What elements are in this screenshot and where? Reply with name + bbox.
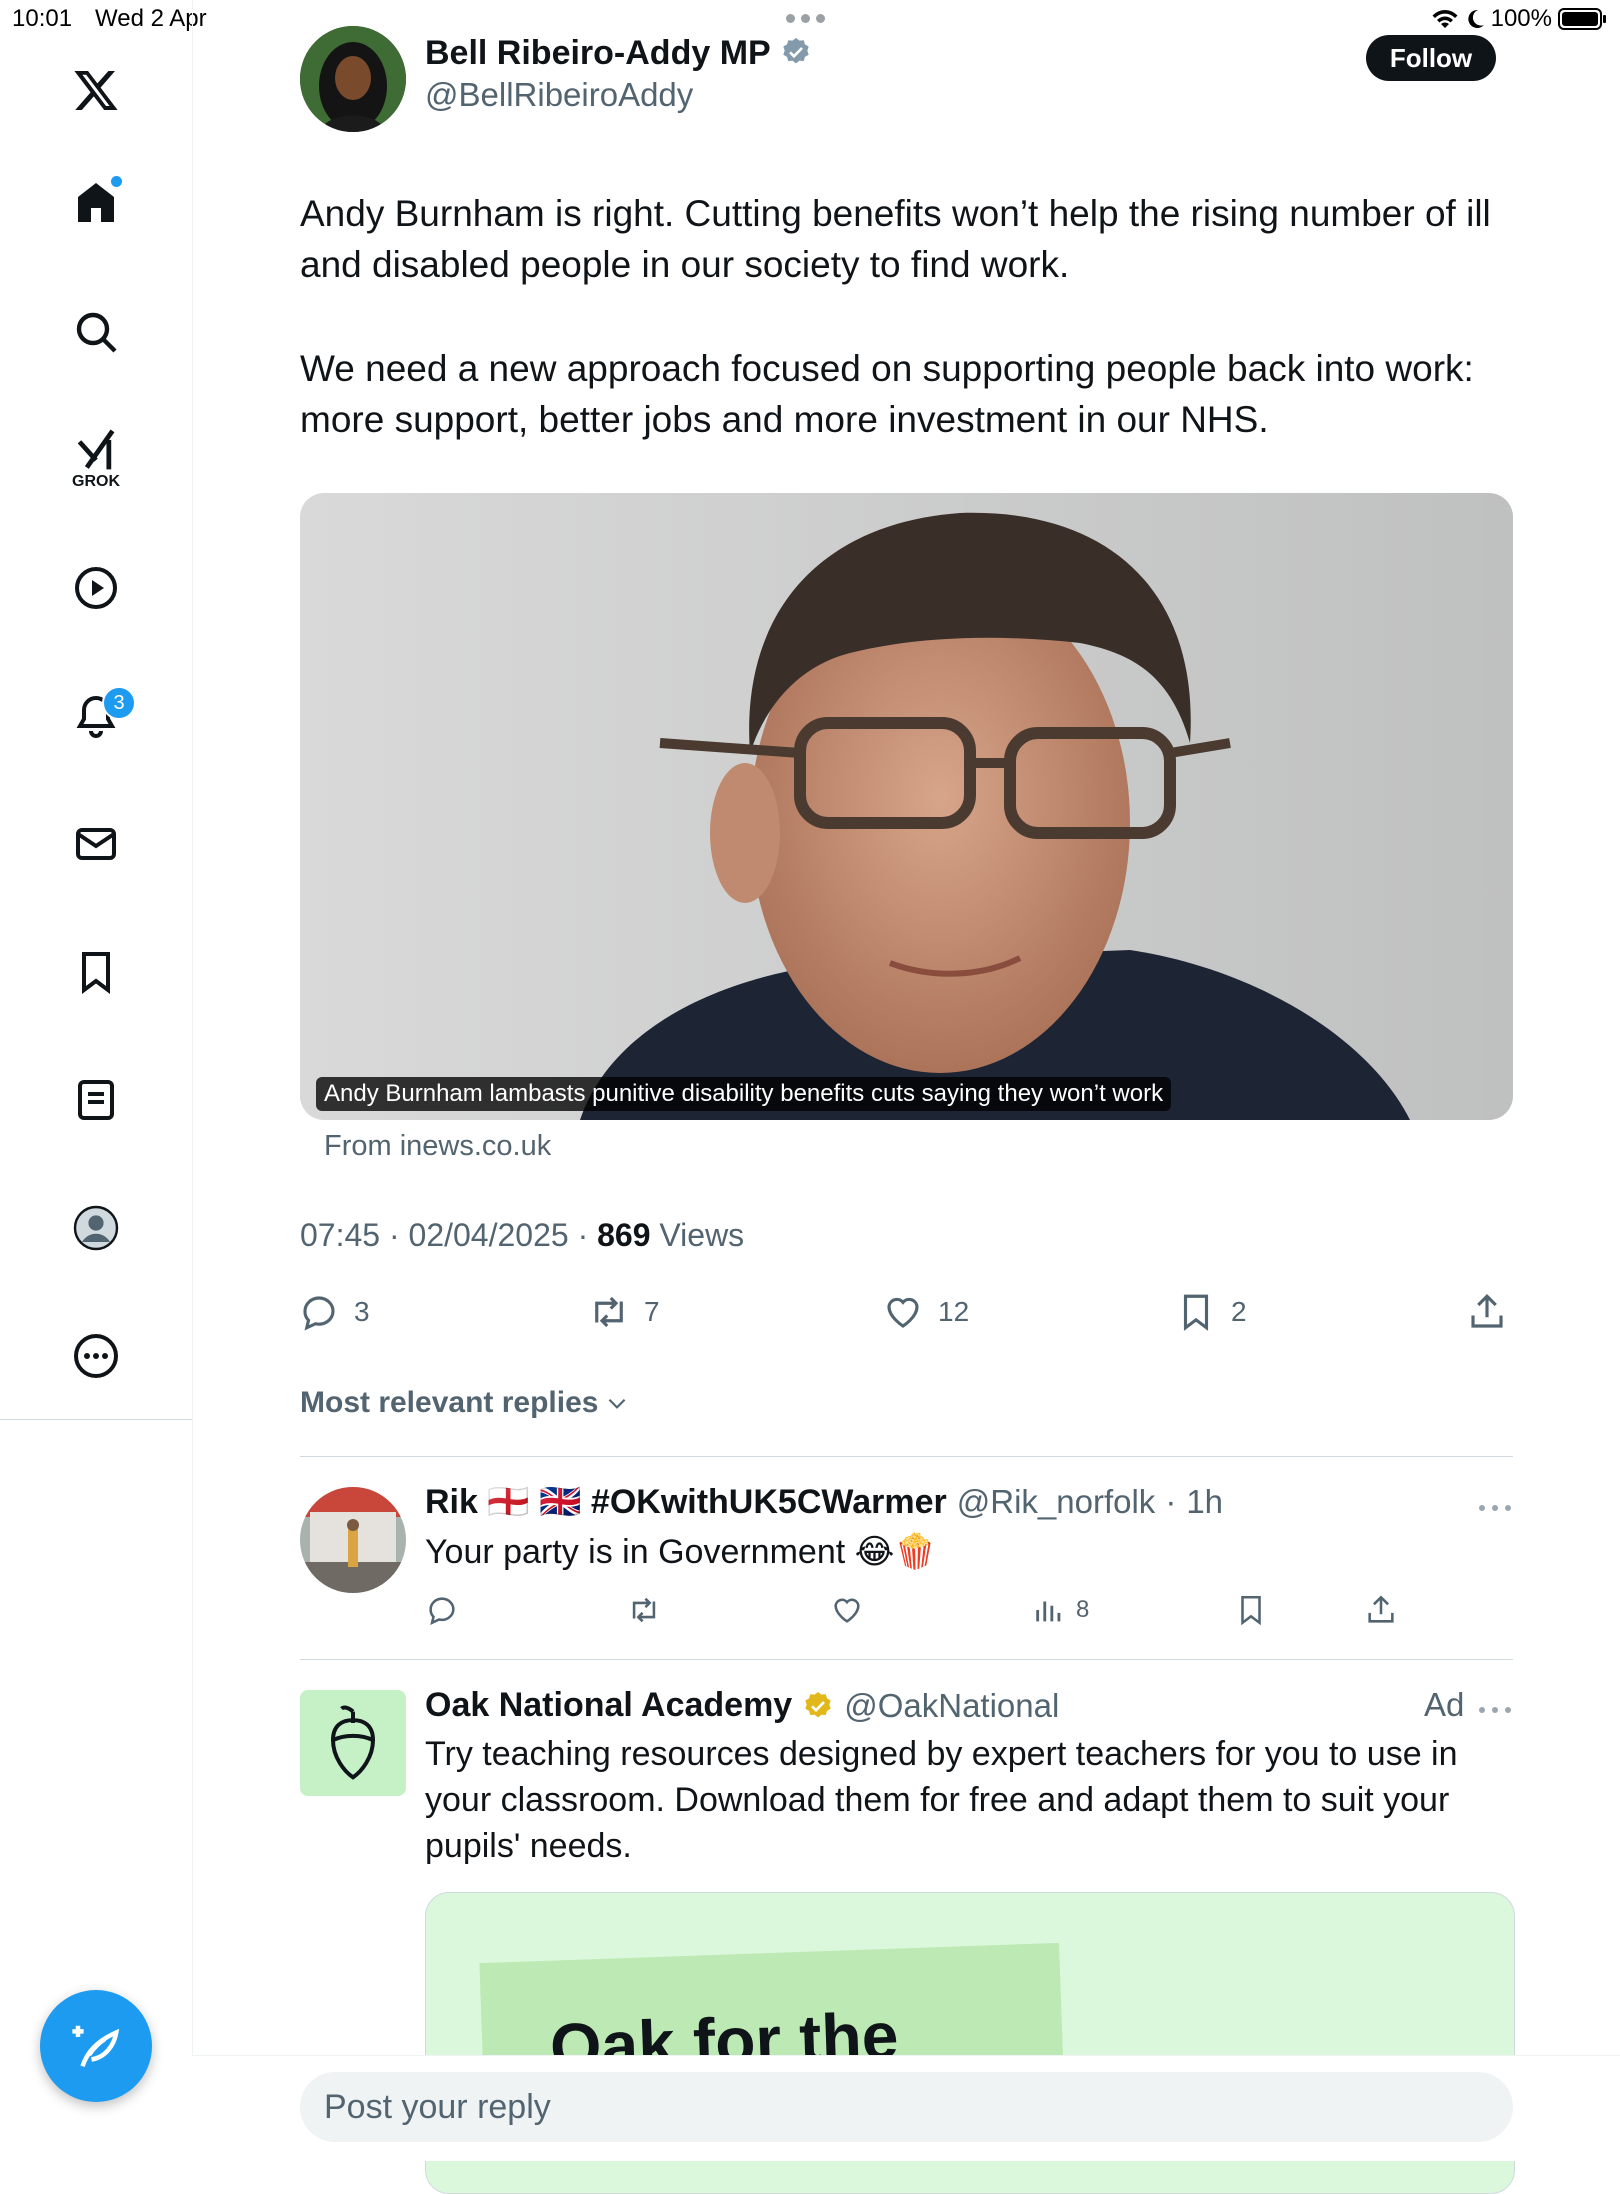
like-count: 12 (938, 1296, 970, 1327)
reply-button[interactable]: 3 (298, 1291, 370, 1333)
profile-icon[interactable] (56, 1188, 136, 1268)
heart-icon (887, 1297, 919, 1328)
bookmark-icon (1183, 1294, 1209, 1331)
reply-header: Rik 🏴󠁧󠁢󠁥󠁮󠁧󠁿 🇬🇧 #OKwithUK5CWarmer @Rik_no… (425, 1482, 1224, 1522)
follow-button[interactable]: Follow (1366, 35, 1496, 81)
link-card-title[interactable]: Andy Burnham lambasts punitive disabilit… (316, 1077, 1172, 1111)
battery-percent: 100% (1490, 5, 1552, 32)
ad-author-handle[interactable]: @OakNational (844, 1687, 1059, 1725)
divider (300, 1659, 1513, 1660)
link-card-image[interactable] (300, 493, 1513, 1120)
status-indicators: 100% (1431, 5, 1608, 33)
divider (300, 1456, 1513, 1457)
battery-icon (1558, 8, 1606, 30)
ad-label: Ad (1424, 1686, 1465, 1723)
verified-gold-badge-icon (805, 1691, 831, 1717)
views-label: Views (659, 1217, 745, 1253)
author-handle[interactable]: @BellRibeiroAddy (425, 76, 693, 114)
ad-header: Oak National Academy @OakNational (425, 1686, 1059, 1725)
reply-time[interactable]: 1h (1186, 1483, 1223, 1521)
replies-sort-dropdown[interactable]: Most relevant replies (300, 1386, 630, 1420)
sidebar: GROK 3 (0, 0, 193, 2160)
reply-views-button[interactable]: 8 (1032, 1593, 1089, 1627)
home-icon[interactable] (56, 162, 136, 242)
reply-bookmark-button[interactable] (1234, 1593, 1268, 1627)
repost-button[interactable]: 7 (588, 1291, 660, 1333)
reply-share-button[interactable] (1364, 1593, 1398, 1627)
heart-icon (834, 1598, 860, 1623)
reply-views-count: 8 (1076, 1596, 1090, 1623)
share-button[interactable] (1466, 1291, 1508, 1333)
reply-reply-button[interactable] (425, 1593, 459, 1627)
sidebar-divider (0, 1419, 192, 1420)
reply-text: Your party is in Government 😂🍿 (425, 1533, 937, 1571)
ad-author-name[interactable]: Oak National Academy (425, 1686, 792, 1725)
lists-icon[interactable] (56, 1060, 136, 1140)
ad-text: Try teaching resources designed by exper… (425, 1735, 1458, 1865)
tweet-timestamp: 07:45 · 02/04/2025 · 869 Views (300, 1217, 745, 1253)
x-logo-icon[interactable] (56, 50, 136, 130)
ad-more-icon[interactable] (1478, 1702, 1512, 1720)
like-button[interactable]: 12 (882, 1291, 969, 1333)
repost-icon (632, 1597, 656, 1623)
repost-count: 7 (644, 1296, 660, 1327)
views-count: 869 (597, 1217, 651, 1253)
reply-avatar[interactable] (300, 1487, 406, 1593)
bookmark-icon (1241, 1595, 1261, 1626)
reply-more-icon[interactable] (1478, 1500, 1512, 1518)
multitasking-dots[interactable] (786, 14, 825, 23)
reply-input[interactable]: Post your reply (300, 2072, 1513, 2142)
views-chart-icon (1036, 1601, 1061, 1622)
grok-label: GROK (72, 473, 120, 490)
reply-like-button[interactable] (830, 1593, 864, 1627)
messages-icon[interactable] (56, 804, 136, 884)
tweet-date[interactable]: 02/04/2025 (409, 1217, 569, 1253)
tweet-time[interactable]: 07:45 (300, 1217, 380, 1253)
grok-icon[interactable]: GROK (56, 420, 136, 500)
chevron-down-icon (609, 1398, 626, 1409)
replies-sort-label: Most relevant replies (300, 1386, 599, 1419)
reply-icon (303, 1296, 335, 1331)
bookmarks-icon[interactable] (56, 932, 136, 1012)
repost-icon (595, 1296, 623, 1328)
moon-icon (1467, 9, 1484, 28)
ad-avatar[interactable] (300, 1690, 406, 1796)
home-unread-dot (111, 176, 122, 187)
notifications-icon[interactable]: 3 (56, 676, 136, 756)
share-icon (1368, 1595, 1394, 1623)
reply-author-handle[interactable]: @Rik_norfolk (957, 1483, 1156, 1521)
reply-count: 3 (354, 1296, 370, 1327)
reply-icon (429, 1597, 455, 1626)
link-card-source[interactable]: From inews.co.uk (324, 1130, 551, 1163)
share-icon (1471, 1294, 1503, 1328)
reply-author-name[interactable]: Rik 🏴󠁧󠁢󠁥󠁮󠁧󠁿 🇬🇧 #OKwithUK5CWarmer (425, 1482, 947, 1522)
compose-post-button[interactable] (40, 1990, 152, 2102)
bookmark-count: 2 (1231, 1296, 1247, 1327)
verified-badge-icon (782, 38, 809, 64)
author-name-text: Bell Ribeiro-Addy MP (425, 34, 771, 72)
author-avatar[interactable] (300, 26, 406, 132)
tweet-text-paragraph-2: We need a new approach focused on suppor… (300, 348, 1474, 440)
reply-repost-button[interactable] (627, 1593, 661, 1627)
compose-feather-icon (72, 2025, 120, 2068)
wifi-icon (1432, 10, 1458, 28)
bookmark-button[interactable]: 2 (1175, 1291, 1247, 1333)
search-icon[interactable] (56, 292, 136, 372)
acorn-icon (330, 1705, 376, 1780)
author-name[interactable]: Bell Ribeiro-Addy MP (425, 34, 812, 73)
notifications-badge: 3 (102, 686, 136, 720)
tweet-text-paragraph-1: Andy Burnham is right. Cutting benefits … (300, 193, 1491, 285)
more-icon[interactable] (56, 1316, 136, 1396)
video-icon[interactable] (56, 548, 136, 628)
